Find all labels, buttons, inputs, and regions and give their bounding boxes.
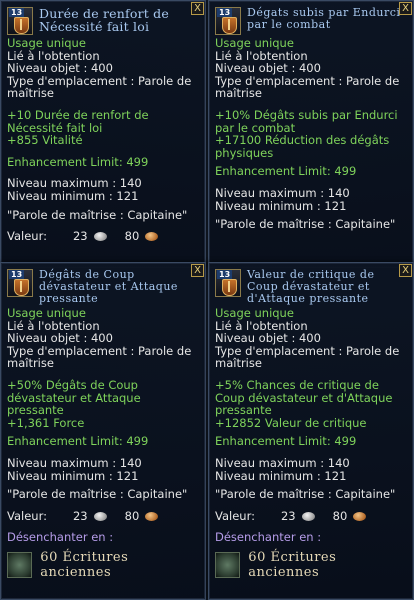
shield-icon xyxy=(14,279,29,296)
item-tooltip-2: X 13 Dégats subis par Endurci par le com… xyxy=(208,0,414,268)
copper-amount: 80 xyxy=(124,229,140,244)
effect-primary: +5% Chances de critique de Coup dévastat… xyxy=(215,377,393,418)
max-level: Niveau maximum : 140 xyxy=(215,185,350,200)
close-button[interactable]: X xyxy=(191,2,204,15)
item-icon: 13 xyxy=(7,7,33,35)
effect-secondary: +855 Vitalité xyxy=(7,133,83,148)
item-level-badge: 13 xyxy=(217,8,233,17)
effect-primary: +10% Dégâts subis par Endurci par le com… xyxy=(215,107,398,135)
disenchant-result-text: 60 Écritures anciennes xyxy=(248,549,337,580)
usage: Usage unique xyxy=(7,306,86,320)
min-level: Niveau minimum : 121 xyxy=(7,188,139,203)
silver-amount: 23 xyxy=(72,508,88,523)
item-level: Niveau objet : 400 xyxy=(7,61,113,76)
effect-secondary: +17100 Réduction des dégâts physiques xyxy=(215,133,390,160)
usage: Usage unique xyxy=(215,36,294,50)
item-level: Niveau objet : 400 xyxy=(215,331,321,346)
copper-amount: 80 xyxy=(332,508,348,523)
class-requirement: "Parole de maîtrise : Capitaine" xyxy=(215,487,396,502)
min-level: Niveau minimum : 121 xyxy=(7,468,139,483)
ancient-script-icon xyxy=(7,551,33,578)
item-level-badge: 13 xyxy=(9,270,25,279)
enhancement-limit: Enhancement Limit: 499 xyxy=(215,164,357,179)
item-level-badge: 13 xyxy=(9,8,25,17)
item-tooltip-1: X 13 Durée de renfort de Nécessité fait … xyxy=(0,0,206,268)
copper-coin-icon xyxy=(145,231,159,241)
slot-type: Type d'emplacement : Parole de maîtrise xyxy=(215,73,400,101)
enhancement-limit: Enhancement Limit: 499 xyxy=(7,434,149,449)
item-tooltip-4: X 13 Valeur de critique de Coup dévastat… xyxy=(208,262,414,600)
item-title: Dégâts de Coup dévastateur et Attaque pr… xyxy=(39,268,178,305)
usage: Usage unique xyxy=(7,36,86,50)
class-requirement: "Parole de maîtrise : Capitaine" xyxy=(215,217,396,232)
item-title: Dégats subis par Endurci par le combat xyxy=(247,6,401,31)
copper-amount: 80 xyxy=(124,508,140,523)
value-label: Valeur: xyxy=(7,229,47,244)
silver-coin-icon xyxy=(93,511,107,521)
item-title: Valeur de critique de Coup dévastateur e… xyxy=(247,268,375,305)
value-label: Valeur: xyxy=(7,508,47,523)
max-level: Niveau maximum : 140 xyxy=(215,455,350,470)
close-button[interactable]: X xyxy=(191,264,204,277)
copper-coin-icon xyxy=(145,511,159,521)
value-row: Valeur: 23 80 xyxy=(7,510,199,523)
effect-secondary: +1,361 Force xyxy=(7,415,85,430)
item-level: Niveau objet : 400 xyxy=(7,331,113,346)
shield-icon xyxy=(222,17,237,34)
disenchant-label: Désenchanter en : xyxy=(7,530,114,545)
item-title: Durée de renfort de Nécessité fait loi xyxy=(39,6,169,34)
disenchant-result: 60 Écritures anciennes xyxy=(7,550,199,580)
effect-secondary: +12852 Valeur de critique xyxy=(215,415,367,430)
effect-primary: +50% Dégâts de Coup dévastateur et Attaq… xyxy=(7,377,141,418)
item-level-badge: 13 xyxy=(217,270,233,279)
item-level: Niveau objet : 400 xyxy=(215,61,321,76)
close-button[interactable]: X xyxy=(399,264,412,277)
class-requirement: "Parole de maîtrise : Capitaine" xyxy=(7,487,188,502)
slot-type: Type d'emplacement : Parole de maîtrise xyxy=(215,343,400,371)
enhancement-limit: Enhancement Limit: 499 xyxy=(7,154,149,169)
shield-icon xyxy=(14,17,29,34)
ancient-script-icon xyxy=(215,551,241,578)
value-row: Valeur: 23 80 xyxy=(7,230,199,243)
min-level: Niveau minimum : 121 xyxy=(215,468,347,483)
usage: Usage unique xyxy=(215,306,294,320)
slot-type: Type d'emplacement : Parole de maîtrise xyxy=(7,343,192,371)
item-icon: 13 xyxy=(7,269,33,297)
value-label: Valeur: xyxy=(215,508,255,523)
disenchant-result-text: 60 Écritures anciennes xyxy=(40,549,129,580)
silver-coin-icon xyxy=(93,231,107,241)
silver-amount: 23 xyxy=(72,229,88,244)
copper-coin-icon xyxy=(353,511,367,521)
item-icon: 13 xyxy=(215,7,241,35)
min-level: Niveau minimum : 121 xyxy=(215,198,347,213)
silver-coin-icon xyxy=(301,511,315,521)
silver-amount: 23 xyxy=(280,508,296,523)
class-requirement: "Parole de maîtrise : Capitaine" xyxy=(7,207,188,222)
shield-icon xyxy=(222,279,237,296)
item-tooltip-3: X 13 Dégâts de Coup dévastateur et Attaq… xyxy=(0,262,206,600)
close-button[interactable]: X xyxy=(399,2,412,15)
max-level: Niveau maximum : 140 xyxy=(7,455,142,470)
effect-primary: +10 Durée de renfort de Nécessité fait l… xyxy=(7,107,149,135)
enhancement-limit: Enhancement Limit: 499 xyxy=(215,434,357,449)
disenchant-label: Désenchanter en : xyxy=(215,530,322,545)
disenchant-result: 60 Écritures anciennes xyxy=(215,550,407,580)
slot-type: Type d'emplacement : Parole de maîtrise xyxy=(7,73,192,101)
value-row: Valeur: 23 80 xyxy=(215,510,407,523)
item-icon: 13 xyxy=(215,269,241,297)
